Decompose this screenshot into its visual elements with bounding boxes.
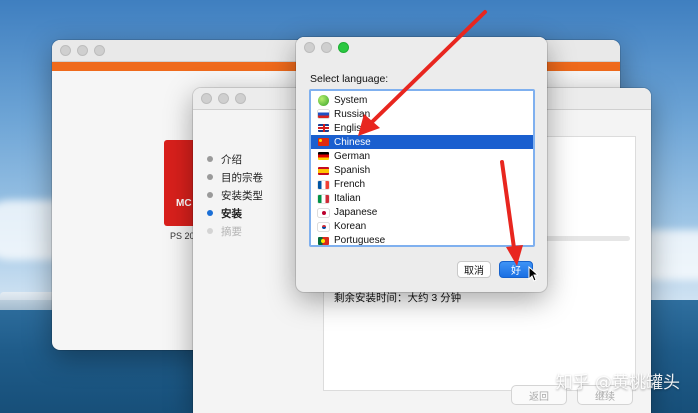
zoom-button[interactable] — [235, 93, 246, 104]
step-dot — [207, 192, 213, 198]
language-item-french[interactable]: French — [311, 178, 533, 192]
language-list[interactable]: System Russian English Chinese German Sp… — [309, 89, 535, 247]
language-item-korean[interactable]: Korean — [311, 220, 533, 234]
step-install-type: 安装类型 — [207, 186, 263, 204]
close-button[interactable] — [201, 93, 212, 104]
language-item-japanese[interactable]: Japanese — [311, 206, 533, 220]
step-dot — [207, 228, 213, 234]
watermark: 知乎 @黄桃罐头 — [555, 373, 680, 393]
step-label: 介绍 — [221, 153, 242, 166]
china-flag-icon — [318, 138, 329, 147]
language-label: German — [334, 150, 371, 162]
step-introduction: 介绍 — [207, 150, 263, 168]
italy-flag-icon — [318, 194, 329, 203]
language-item-german[interactable]: German — [311, 149, 533, 163]
language-label: English — [334, 122, 367, 134]
remaining-time-text: 剩余安装时间：大约 3 分钟 — [334, 292, 462, 304]
apple-icon — [318, 94, 329, 106]
russia-flag-icon — [318, 110, 329, 119]
minimize-button[interactable] — [218, 93, 229, 104]
japan-flag-icon — [318, 208, 329, 217]
germany-flag-icon — [318, 152, 329, 161]
step-dot — [207, 156, 213, 162]
step-label: 安装 — [221, 207, 242, 220]
language-item-system[interactable]: System — [311, 93, 533, 107]
minimize-button[interactable] — [321, 42, 332, 53]
language-label: Spanish — [334, 165, 371, 177]
product-mark-text: MC — [176, 198, 192, 209]
language-label: Italian — [334, 193, 361, 205]
spain-flag-icon — [318, 166, 329, 175]
step-label: 目的宗卷 — [221, 171, 263, 184]
france-flag-icon — [318, 180, 329, 189]
window-controls — [201, 93, 246, 104]
step-install: 安装 — [207, 204, 263, 222]
language-label: Japanese — [334, 207, 378, 219]
dialog-buttons: 取消 好 — [457, 261, 533, 278]
language-label: System — [334, 94, 368, 106]
step-dot — [207, 210, 213, 216]
step-destination: 目的宗卷 — [207, 168, 263, 186]
close-button[interactable] — [304, 42, 315, 53]
language-item-chinese[interactable]: Chinese — [311, 135, 533, 150]
language-label: Portuguese — [334, 235, 386, 247]
select-language-label: Select language: — [310, 73, 389, 85]
close-button[interactable] — [60, 45, 71, 56]
language-item-italian[interactable]: Italian — [311, 192, 533, 206]
language-item-spanish[interactable]: Spanish — [311, 163, 533, 177]
mouse-cursor-icon — [528, 266, 538, 282]
language-label: Korean — [334, 221, 367, 233]
installer-steps: 介绍 目的宗卷 安装类型 安装 摘要 — [207, 150, 263, 240]
product-label: PS 20 — [170, 231, 195, 241]
language-dialog: Select language: System Russian English … — [296, 37, 547, 292]
window-controls — [60, 45, 105, 56]
minimize-button[interactable] — [77, 45, 88, 56]
zoom-button[interactable] — [94, 45, 105, 56]
language-label: French — [334, 179, 366, 191]
language-label: Chinese — [334, 136, 371, 148]
step-dot — [207, 174, 213, 180]
titlebar — [296, 37, 547, 59]
step-summary: 摘要 — [207, 222, 263, 240]
korea-flag-icon — [318, 222, 329, 231]
language-item-english[interactable]: English — [311, 121, 533, 135]
step-label: 安装类型 — [221, 189, 263, 202]
cancel-button[interactable]: 取消 — [457, 261, 491, 278]
portugal-flag-icon — [318, 236, 329, 245]
language-item-portuguese[interactable]: Portuguese — [311, 234, 533, 247]
zoom-button[interactable] — [338, 42, 349, 53]
uk-flag-icon — [318, 124, 329, 133]
step-label: 摘要 — [221, 225, 242, 238]
language-item-russian[interactable]: Russian — [311, 107, 533, 121]
language-label: Russian — [334, 108, 371, 120]
window-controls — [304, 42, 349, 53]
